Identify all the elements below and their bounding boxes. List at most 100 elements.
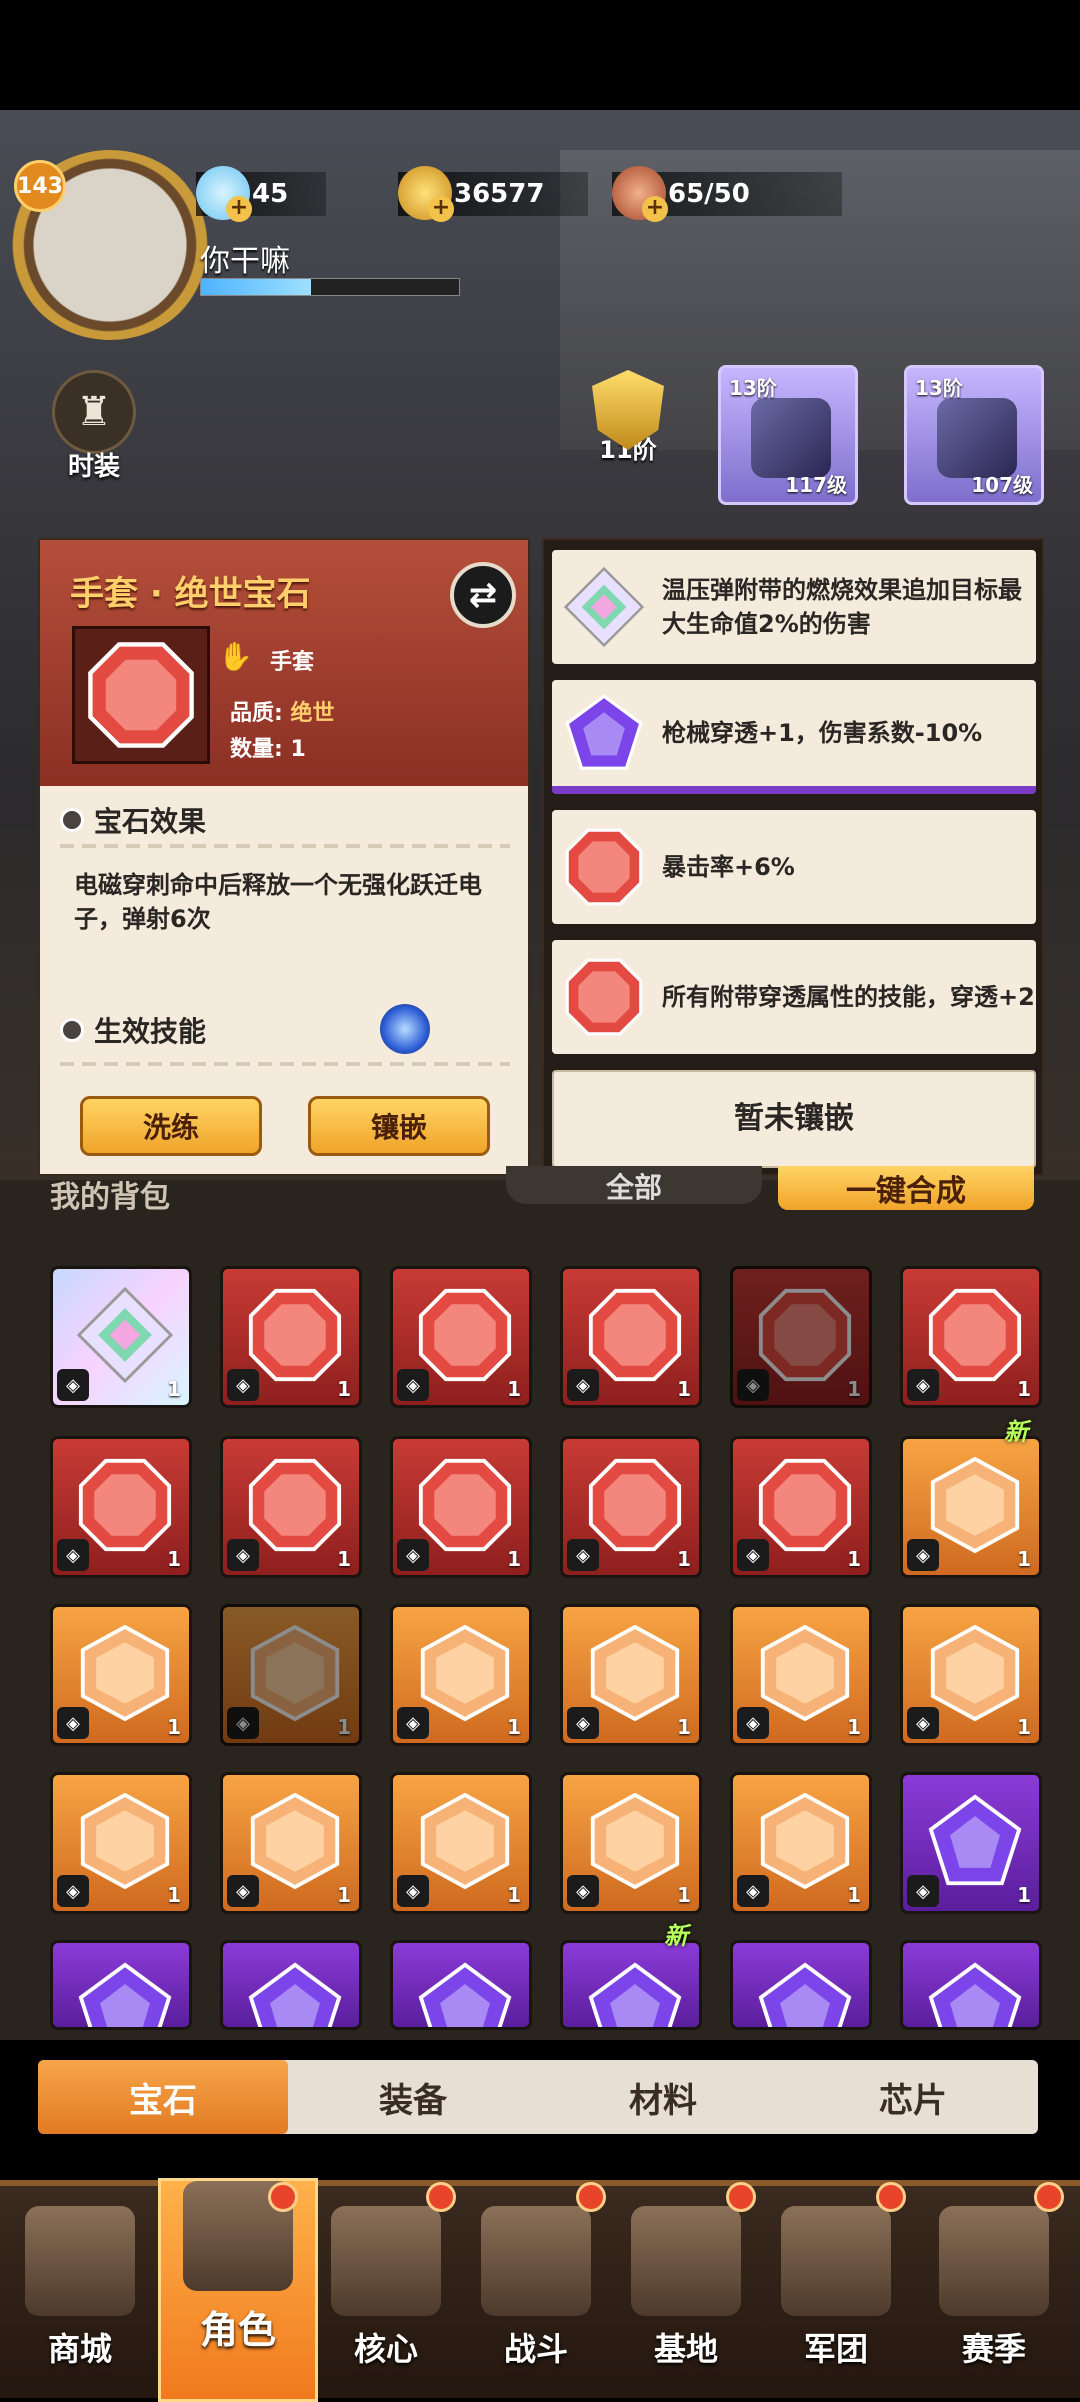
gem-slot-cell[interactable]: ◈ 1 [220, 1604, 362, 1746]
skill-heading: 生效技能 [60, 1010, 206, 1050]
bottom-nav: 商城 角色 核心 战斗 基地 军团 赛季 [0, 2178, 1080, 2402]
gem-count: 1 [167, 1883, 181, 1907]
gem-slot-cell[interactable]: ◈ 1 [900, 1772, 1042, 1914]
gem-slot-cell[interactable] [390, 1940, 532, 2030]
socket-effect-1[interactable]: 温压弹附带的燃烧效果追加目标最大生命值2%的伤害 [552, 550, 1036, 664]
notification-dot [876, 2182, 906, 2212]
nav-item[interactable]: 战斗 [466, 2206, 606, 2396]
red-gem-icon [248, 1288, 342, 1382]
gem-count: 1 [337, 1715, 351, 1739]
count-label: 数量: [230, 737, 283, 762]
gem-count: 1 [167, 1715, 181, 1739]
nav-item[interactable]: 基地 [616, 2206, 756, 2396]
category-tab[interactable]: 芯片 [788, 2060, 1038, 2134]
socket-effect-4[interactable]: 所有附带穿透属性的技能，穿透+2 [552, 940, 1036, 1054]
gem-count: 1 [507, 1715, 521, 1739]
gem-count: 1 [847, 1547, 861, 1571]
category-tabs: 宝石 装备 材料 芯片 [38, 2060, 1038, 2134]
gem-slot-cell[interactable]: ◈ 1 [50, 1604, 192, 1746]
add-coin-button[interactable]: + [428, 196, 454, 222]
gem-slot-cell[interactable] [50, 1940, 192, 2030]
switch-button[interactable]: ⇄ [450, 562, 516, 628]
gem-slot-cell[interactable]: ◈ 1 [50, 1266, 192, 1408]
skill-icon[interactable] [380, 1004, 430, 1054]
purple-gem-icon [758, 1962, 852, 2027]
nav-item[interactable]: 商城 [10, 2206, 150, 2396]
fashion-button[interactable]: ♜ 时装 [44, 370, 144, 482]
bullet-icon [60, 1018, 84, 1042]
player-name: 你干嘛 [200, 244, 290, 279]
category-tab[interactable]: 装备 [288, 2060, 538, 2134]
orange-gem-icon [250, 1625, 340, 1721]
gem-slot-cell[interactable]: ◈ 1 [220, 1436, 362, 1578]
equip-slot-gloves[interactable]: 13阶 107级 [904, 365, 1044, 505]
nav-item[interactable]: 军团 [766, 2206, 906, 2396]
gem-slot-cell[interactable]: ◈ 1 [50, 1436, 192, 1578]
gem-slot-cell[interactable]: ◈ 1 [50, 1772, 192, 1914]
stamina-counter[interactable]: + 65/50 [612, 166, 842, 222]
category-tab[interactable]: 宝石 [38, 2060, 288, 2134]
gem-slot-cell[interactable]: ◈ 1 [730, 1266, 872, 1408]
auto-merge-button[interactable]: 一键合成 [778, 1166, 1034, 1210]
socket-effect-2[interactable]: 枪械穿透+1，伤害系数-10% [552, 680, 1036, 794]
red-gem-icon [758, 1288, 852, 1382]
nav-item[interactable]: 角色 [158, 2178, 318, 2402]
equipment-part-icon: ◈ [737, 1707, 769, 1739]
coin-counter[interactable]: + 36577 [398, 166, 588, 222]
category-tab[interactable]: 材料 [538, 2060, 788, 2134]
inlay-button[interactable]: 镶嵌 [308, 1096, 490, 1156]
gem-slot-label: 手套 [270, 650, 315, 675]
gem-slot-cell[interactable]: ◈ 1 [730, 1604, 872, 1746]
gem-slot-cell[interactable]: ◈ 1 [560, 1436, 702, 1578]
new-tag: 新 [1004, 1418, 1028, 1446]
status-bar-area [0, 0, 1080, 110]
notification-dot [1034, 2182, 1064, 2212]
gem-slot-cell[interactable]: ◈ 1 [390, 1604, 532, 1746]
gem-slot-cell[interactable]: ◈ 1 [730, 1772, 872, 1914]
socket-effect-3[interactable]: 暴击率+6% [552, 810, 1036, 924]
equipment-part-icon: ◈ [227, 1369, 259, 1401]
gem-slot-cell[interactable]: ◈ 1 [220, 1266, 362, 1408]
add-stamina-button[interactable]: + [642, 196, 668, 222]
nav-item[interactable]: 赛季 [924, 2206, 1064, 2396]
orange-gem-icon [420, 1625, 510, 1721]
gem-slot-cell[interactable]: ◈ 1 [900, 1604, 1042, 1746]
quality-value: 绝世 [290, 701, 335, 726]
refine-button[interactable]: 洗练 [80, 1096, 262, 1156]
gem-slot-cell[interactable]: ◈ 1 [560, 1604, 702, 1746]
gem-slot-cell[interactable]: ◈ 1 [900, 1266, 1042, 1408]
gem-count: 1 [507, 1547, 521, 1571]
gem-slot-cell[interactable] [730, 1940, 872, 2030]
red-gem-icon [588, 1288, 682, 1382]
gem-slot-cell[interactable] [900, 1940, 1042, 2030]
outfit-icon: ♜ [52, 370, 136, 454]
nav-icon [331, 2206, 441, 2316]
equipment-part-icon: ◈ [57, 1369, 89, 1401]
gem-slot-cell[interactable]: ◈ 1 [390, 1772, 532, 1914]
gem-slot-cell[interactable]: ◈ 1 [900, 1436, 1042, 1578]
equipment-part-icon: ◈ [397, 1707, 429, 1739]
nav-label: 基地 [653, 2330, 718, 2368]
filter-dropdown[interactable]: 全部 [506, 1166, 762, 1204]
nav-item[interactable]: 核心 [316, 2206, 456, 2396]
empty-socket[interactable]: 暂未镶嵌 [552, 1070, 1036, 1168]
gem-slot-cell[interactable]: ◈ 1 [560, 1266, 702, 1408]
equip-slot-helmet[interactable]: 13阶 117级 [718, 365, 858, 505]
equipment-part-icon: ◈ [907, 1369, 939, 1401]
equipment-part-icon: ◈ [227, 1539, 259, 1571]
equipment-part-icon: ◈ [57, 1875, 89, 1907]
gem-slot-cell[interactable] [220, 1940, 362, 2030]
gem-slot-cell[interactable]: ◈ 1 [730, 1436, 872, 1578]
gem-slot-cell[interactable]: ◈ 1 [390, 1436, 532, 1578]
gem-slot-cell[interactable]: ◈ 1 [560, 1772, 702, 1914]
equip-level: 107级 [971, 473, 1033, 497]
gem-slot-cell[interactable]: ◈ 1 [220, 1772, 362, 1914]
rank-badge[interactable]: 11阶 [588, 370, 668, 470]
add-diamond-button[interactable]: + [226, 196, 252, 222]
diamond-counter[interactable]: + 45 [196, 166, 326, 222]
rainbow-gem-icon [560, 563, 648, 651]
gem-slot-cell[interactable] [560, 1940, 702, 2030]
gem-slot-cell[interactable]: ◈ 1 [390, 1266, 532, 1408]
gem-meta: 品质: 绝世 数量: 1 [230, 696, 335, 768]
gem-count: 1 [677, 1883, 691, 1907]
